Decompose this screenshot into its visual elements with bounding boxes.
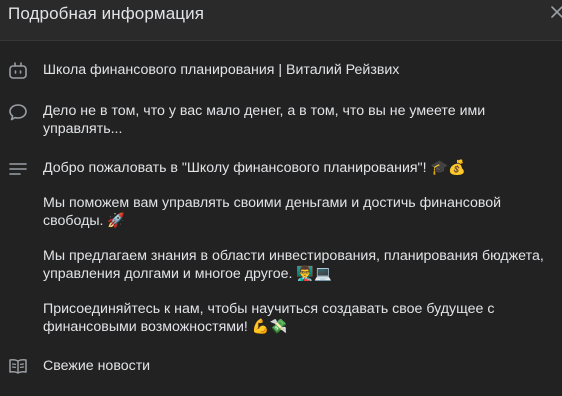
status-text: Дело не в том, что у вас мало денег, а в… <box>43 102 562 138</box>
description-paragraph-3-line-2: управления долгами и многое другое. 👨‍🏫💻 <box>43 266 332 282</box>
open-book-icon <box>9 359 27 374</box>
status-line-1: Дело не в том, что у вас мало денег, а в… <box>43 103 486 119</box>
description-paragraph-1: Добро пожаловать в "Школу финансового пл… <box>43 160 466 176</box>
bot-icon <box>9 62 27 79</box>
close-icon[interactable] <box>550 5 562 19</box>
description-paragraph-4-line-2: финансовыми возможностями! 💪💸 <box>43 319 288 335</box>
description-paragraph-3-line-1: Мы предлагаем знания в области инвестиро… <box>43 248 544 264</box>
description-text: Добро пожаловать в "Школу финансового пл… <box>43 159 562 336</box>
description-paragraph-4-line-1: Присоединяйтесь к нам, чтобы научиться с… <box>43 301 495 317</box>
channel-name: Школа финансового планирования | Виталий… <box>43 62 400 78</box>
description-paragraph-2-line-2: свободы. 🚀 <box>43 213 126 229</box>
speech-bubble-icon <box>9 104 27 121</box>
dialog-header: Подробная информация <box>0 0 562 41</box>
news-link[interactable]: Свежие новости <box>43 357 562 375</box>
text-lines-icon <box>9 163 27 175</box>
description-paragraph-2-line-1: Мы поможем вам управлять своими деньгами… <box>43 195 502 211</box>
status-line-2: управлять... <box>43 121 123 137</box>
dialog-title: Подробная информация <box>8 4 204 23</box>
